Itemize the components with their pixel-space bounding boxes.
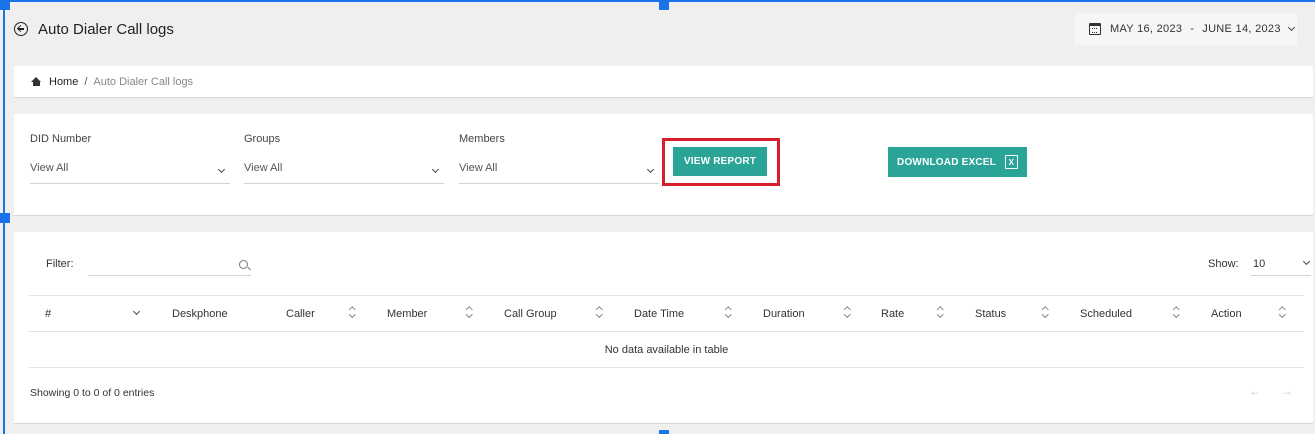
groups-value: View All — [244, 162, 283, 174]
column-header-call-group[interactable]: Call Group — [504, 308, 557, 320]
download-excel-button[interactable]: DOWNLOAD EXCEL X — [888, 147, 1027, 177]
members-value: View All — [459, 162, 498, 174]
date-start: MAY 16, 2023 — [1110, 23, 1183, 35]
search-icon — [239, 260, 248, 269]
prev-page-button[interactable]: ← — [1249, 384, 1261, 398]
column-header-status[interactable]: Status — [975, 308, 1006, 320]
sort-icon[interactable] — [844, 306, 850, 318]
chevron-down-icon — [217, 165, 226, 174]
chevron-down-icon — [646, 165, 655, 174]
did-number-value: View All — [30, 162, 69, 174]
column-header-rate[interactable]: Rate — [881, 308, 904, 320]
chevron-down-icon — [1287, 23, 1295, 31]
sort-icon[interactable] — [725, 306, 731, 318]
breadcrumb-separator: / — [84, 75, 88, 88]
column-header-action[interactable]: Action — [1211, 308, 1242, 320]
members-select[interactable]: View All — [459, 162, 659, 184]
call-logs-table-panel: Filter: Show: 10 # Deskphone Caller Memb… — [14, 232, 1313, 424]
show-label: Show: — [1208, 258, 1239, 270]
next-page-button[interactable]: → — [1281, 384, 1293, 398]
date-separator: - — [1190, 23, 1195, 35]
selection-handle[interactable] — [659, 0, 669, 10]
page-header: Auto Dialer Call logs MAY 16, 2023 - JUN… — [14, 13, 1297, 45]
selection-handle[interactable] — [0, 213, 10, 223]
empty-message: No data available in table — [604, 343, 729, 356]
table-empty-row: No data available in table — [29, 332, 1304, 368]
sort-desc-icon[interactable] — [132, 307, 141, 316]
sort-icon[interactable] — [1042, 306, 1048, 318]
members-label: Members — [459, 133, 505, 145]
did-number-field: DID Number View All — [30, 133, 230, 184]
breadcrumb: Home / Auto Dialer Call logs — [14, 66, 1313, 98]
sort-icon[interactable] — [937, 306, 943, 318]
page-title: Auto Dialer Call logs — [38, 20, 174, 38]
groups-select[interactable]: View All — [244, 162, 444, 184]
breadcrumb-home-link[interactable]: Home — [49, 76, 78, 88]
column-header-scheduled[interactable]: Scheduled — [1080, 308, 1132, 320]
sort-icon[interactable] — [1173, 306, 1179, 318]
chevron-down-icon — [1302, 257, 1311, 266]
calendar-icon — [1089, 23, 1101, 35]
date-end: JUNE 14, 2023 — [1202, 23, 1281, 35]
back-arrow-icon[interactable] — [14, 22, 28, 36]
home-icon — [31, 77, 41, 86]
column-header-caller[interactable]: Caller — [286, 308, 315, 320]
did-number-select[interactable]: View All — [30, 162, 230, 184]
breadcrumb-current: Auto Dialer Call logs — [93, 75, 194, 88]
date-range-picker[interactable]: MAY 16, 2023 - JUNE 14, 2023 — [1075, 13, 1297, 45]
table-info: Showing 0 to 0 of 0 entries — [30, 387, 155, 399]
filter-label: Filter: — [46, 258, 74, 270]
column-header-member[interactable]: Member — [387, 308, 427, 320]
column-header-deskphone[interactable]: Deskphone — [172, 308, 228, 320]
groups-field: Groups View All — [244, 133, 444, 184]
sort-icon[interactable] — [596, 306, 602, 318]
filter-panel: DID Number View All Groups View All Memb… — [14, 114, 1313, 216]
did-number-label: DID Number — [30, 133, 92, 145]
pagination: ← → — [1249, 384, 1293, 398]
download-excel-label: DOWNLOAD EXCEL — [897, 156, 996, 168]
selection-guide-top — [0, 0, 1315, 2]
selection-handle[interactable] — [0, 0, 10, 10]
sort-icon[interactable] — [349, 306, 355, 318]
column-header-date-time[interactable]: Date Time — [634, 308, 684, 320]
page-size-select[interactable]: 10 — [1251, 252, 1311, 276]
view-report-button[interactable]: VIEW REPORT — [673, 147, 767, 176]
selection-handle[interactable] — [659, 430, 669, 434]
filter-input[interactable] — [88, 252, 251, 276]
page-size-value: 10 — [1253, 258, 1266, 270]
column-header-number[interactable]: # — [45, 308, 51, 320]
members-field: Members View All — [459, 133, 659, 184]
column-header-duration[interactable]: Duration — [763, 308, 805, 320]
table-header: # Deskphone Caller Member Call Group Dat… — [29, 295, 1304, 332]
sort-icon[interactable] — [466, 306, 472, 318]
chevron-down-icon — [431, 165, 440, 174]
sort-icon[interactable] — [1279, 306, 1285, 318]
excel-icon: X — [1004, 155, 1018, 169]
groups-label: Groups — [244, 133, 281, 145]
